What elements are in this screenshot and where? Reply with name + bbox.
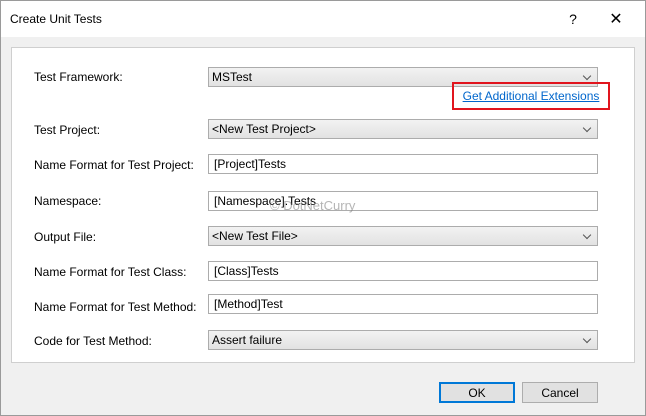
name-format-method-input[interactable] [208,294,598,314]
chevron-down-icon [581,227,593,245]
test-project-value: <New Test Project> [212,122,316,136]
output-file-label: Output File: [34,230,97,244]
close-icon: ✕ [609,11,623,28]
ok-button[interactable]: OK [439,382,515,403]
test-framework-label: Test Framework: [34,70,123,84]
name-format-method-label: Name Format for Test Method: [34,300,197,314]
code-for-method-dropdown[interactable]: Assert failure [208,330,598,350]
close-button[interactable]: ✕ [598,7,634,31]
code-for-method-value: Assert failure [212,333,283,347]
chevron-down-icon [581,331,593,349]
title-bar: Create Unit Tests ? ✕ [1,1,645,37]
test-project-dropdown[interactable]: <New Test Project> [208,119,598,139]
code-for-method-label: Code for Test Method: [34,334,152,348]
help-icon: ? [569,11,577,27]
chevron-down-icon [581,120,593,138]
extensions-link-highlight: Get Additional Extensions [452,82,610,110]
namespace-input[interactable] [208,191,598,211]
test-project-label: Test Project: [34,123,101,137]
namespace-label: Namespace: [34,194,102,208]
name-format-class-input[interactable] [208,261,598,281]
name-format-class-label: Name Format for Test Class: [34,265,187,279]
help-button[interactable]: ? [555,7,591,31]
name-format-project-input[interactable] [208,154,598,174]
test-framework-value: MSTest [212,70,253,84]
name-format-project-label: Name Format for Test Project: [34,158,194,172]
output-file-dropdown[interactable]: <New Test File> [208,226,598,246]
create-unit-tests-dialog: Create Unit Tests ? ✕ Test Framework: MS… [0,0,646,416]
cancel-button[interactable]: Cancel [522,382,598,403]
get-additional-extensions-link[interactable]: Get Additional Extensions [463,89,600,103]
dialog-title: Create Unit Tests [10,12,102,26]
output-file-value: <New Test File> [212,229,298,243]
settings-panel: Test Framework: MSTest Get Additional Ex… [11,47,635,363]
